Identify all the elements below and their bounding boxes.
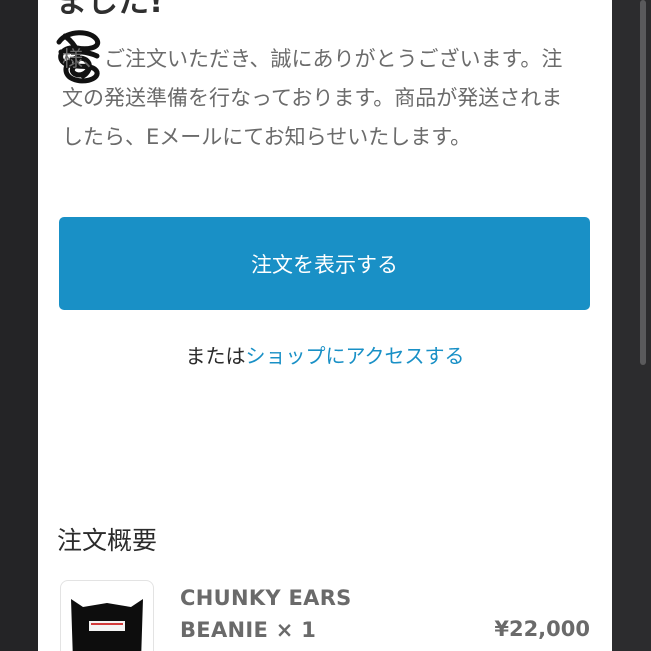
beanie-image <box>71 599 143 651</box>
or-text: または <box>185 344 246 368</box>
product-thumbnail[interactable] <box>60 580 154 651</box>
order-summary-title: 注文概要 <box>57 525 158 555</box>
order-confirmation-page: ました! 様、ご注文いただき、誠にありがとうございます。注文の発送準備を行なって… <box>38 0 612 651</box>
view-order-button[interactable]: 注文を表示する <box>59 217 590 310</box>
confirmation-message: 様、ご注文いただき、誠にありがとうございます。注文の発送準備を行なっております。… <box>62 47 563 149</box>
shop-link[interactable]: ショップにアクセスする <box>246 344 465 368</box>
confirmation-heading: ました! <box>56 0 164 20</box>
scrollbar[interactable] <box>640 0 646 365</box>
window-frame-left <box>0 0 38 651</box>
product-price: ¥22,000 <box>494 617 590 641</box>
shop-link-line: またはショップにアクセスする <box>38 340 612 369</box>
product-name: CHUNKY EARS BEANIE × 1 <box>180 586 352 642</box>
